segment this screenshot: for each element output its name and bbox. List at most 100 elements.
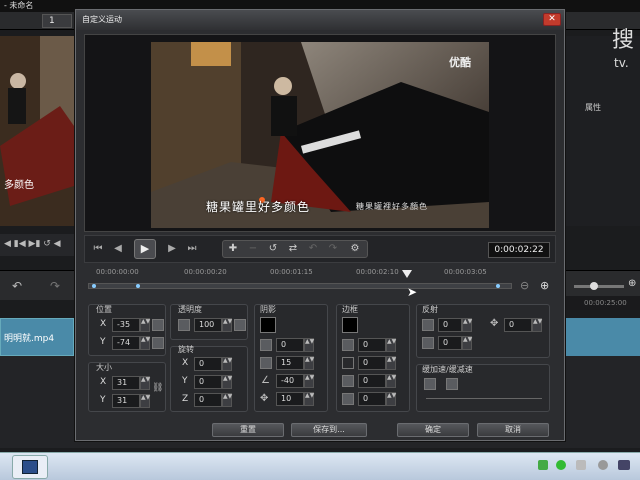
shadow-opacity-input[interactable]: 0 (276, 338, 304, 352)
reset-button[interactable]: 重置 (212, 423, 284, 437)
border-width-input[interactable]: 0 (358, 356, 386, 370)
library-panel (566, 36, 640, 226)
reverse-icon[interactable]: ↺ (266, 240, 280, 258)
reflection-offset-spinner[interactable]: ▲▼ (532, 318, 542, 332)
position-x-input[interactable]: -35 (112, 318, 140, 332)
shadow-distance-spinner[interactable]: ▲▼ (304, 356, 314, 370)
opacity-spinner[interactable]: ▲▼ (222, 318, 232, 332)
step-back-icon[interactable]: ◀ (110, 241, 126, 257)
opacity-label: 透明度 (178, 305, 202, 314)
shadow-opacity-spinner[interactable]: ▲▼ (304, 338, 314, 352)
shadow-color-swatch[interactable] (260, 317, 276, 333)
skip-start-icon[interactable]: ⏮ (90, 241, 106, 257)
step-forward-icon[interactable]: ▶ (164, 241, 180, 257)
swap-keyframe-icon[interactable]: ⇄ (286, 240, 300, 258)
shadow-blur-input[interactable]: 10 (276, 392, 304, 406)
easing-label: 缓加速/缓减速 (422, 365, 473, 374)
size-y-spinner[interactable]: ▲▼ (140, 394, 150, 408)
position-x-spinner[interactable]: ▲▼ (140, 318, 150, 332)
border-softness-spinner[interactable]: ▲▼ (386, 374, 396, 388)
close-button[interactable]: ✕ (543, 13, 561, 26)
keyframe-marker[interactable] (92, 284, 96, 288)
keyframe-marker[interactable] (136, 284, 140, 288)
taskbar-app-button[interactable] (12, 455, 48, 479)
rotation-y-input[interactable]: 0 (194, 375, 222, 389)
link-icon[interactable]: ⛓ (152, 383, 163, 393)
rotation-x-spinner[interactable]: ▲▼ (222, 357, 232, 371)
border-corner-input[interactable]: 0 (358, 392, 386, 406)
cancel-button[interactable]: 取消 (477, 423, 549, 437)
track-clip-label: 明明就.mp4 (4, 334, 55, 344)
size-x-input[interactable]: 31 (112, 376, 140, 390)
rotation-z-input[interactable]: 0 (194, 393, 222, 407)
border-label: 边框 (342, 305, 358, 314)
size-y-input[interactable]: 31 (112, 394, 140, 408)
reflection-opacity-spinner[interactable]: ▲▼ (462, 318, 472, 332)
shadow-angle-spinner[interactable]: ▲▼ (304, 374, 314, 388)
prev-keyframe-icon[interactable]: ↶ (306, 240, 320, 258)
timecode-field[interactable]: 0:00:02:22 (488, 242, 550, 258)
skip-end-icon[interactable]: ⏭ (184, 241, 200, 257)
size-x-label: X (100, 377, 107, 387)
main-preview-thumbnail: 多颜色 (0, 36, 74, 226)
reflection-offset-input[interactable]: 0 (504, 318, 532, 332)
shadow-angle-input[interactable]: -40 (276, 374, 304, 388)
reflection-opacity-input[interactable]: 0 (438, 318, 462, 332)
border-softness-input[interactable]: 0 (358, 374, 386, 388)
redo-icon[interactable]: ↷ (50, 279, 60, 293)
properties-tab[interactable]: 属性 (585, 102, 601, 113)
add-keyframe-icon[interactable]: ✚ (226, 240, 240, 258)
position-y-spinner[interactable]: ▲▼ (140, 336, 150, 350)
main-player-icons[interactable]: ◀ ▮◀ ▶▮ ↺ ◀ (4, 239, 61, 249)
keyframe-marker[interactable] (496, 284, 500, 288)
shadow-blur-spinner[interactable]: ▲▼ (304, 392, 314, 406)
remove-keyframe-icon[interactable]: − (246, 240, 260, 258)
border-width-spinner[interactable]: ▲▼ (386, 356, 396, 370)
tray-network-icon[interactable] (556, 460, 566, 470)
position-x-label: X (100, 319, 107, 329)
video-track-clip-right[interactable] (566, 318, 640, 356)
tray-display-icon[interactable] (618, 460, 630, 470)
tray-volume-icon[interactable] (598, 460, 608, 470)
border-corner-spinner[interactable]: ▲▼ (386, 392, 396, 406)
keyframe-timeline[interactable] (88, 283, 512, 289)
zoom-plus-icon[interactable]: ⊕ (628, 278, 636, 289)
position-y-keyframe-icon[interactable] (152, 337, 164, 349)
border-opacity-input[interactable]: 0 (358, 338, 386, 352)
reflection-gradient-spinner[interactable]: ▲▼ (462, 336, 472, 350)
ease-in-icon[interactable] (424, 378, 436, 390)
tray-green-icon[interactable] (538, 460, 548, 470)
dialog-title-bar[interactable] (76, 10, 564, 30)
shadow-distance-input[interactable]: 15 (276, 356, 304, 370)
border-color-swatch[interactable] (342, 317, 358, 333)
reflection-gradient-input[interactable]: 0 (438, 336, 462, 350)
opacity-input[interactable]: 100 (194, 318, 222, 332)
position-x-keyframe-icon[interactable] (152, 319, 164, 331)
zoom-slider-handle[interactable] (590, 282, 598, 290)
position-y-input[interactable]: -74 (112, 336, 140, 350)
settings-icon[interactable]: ⚙ (348, 240, 362, 258)
border-opacity-spinner[interactable]: ▲▼ (386, 338, 396, 352)
timeline-ruler-right: 00:00:25:00 (566, 296, 640, 310)
zoom-out-icon[interactable]: ⊖ (520, 279, 529, 292)
zoom-in-icon[interactable]: ⊕ (540, 279, 549, 292)
opacity-keyframe-icon[interactable] (234, 319, 246, 331)
rotation-y-label: Y (182, 376, 188, 386)
shadow-distance-icon (260, 357, 272, 369)
ease-out-icon[interactable] (446, 378, 458, 390)
tray-flag-icon[interactable] (576, 460, 586, 470)
rotation-z-label: Z (182, 394, 189, 404)
ok-button[interactable]: 确定 (397, 423, 469, 437)
next-keyframe-icon[interactable]: ↷ (326, 240, 340, 258)
zoom-slider[interactable] (574, 285, 624, 288)
size-x-spinner[interactable]: ▲▼ (140, 376, 150, 390)
video-subtitle: 糖果罐里好多颜色 (206, 200, 311, 214)
step-tab[interactable]: 1 (42, 14, 72, 28)
rotation-y-spinner[interactable]: ▲▼ (222, 375, 232, 389)
rotation-z-spinner[interactable]: ▲▼ (222, 393, 232, 407)
shadow-angle-icon: ∠ (261, 375, 270, 386)
save-as-button[interactable]: 保存到... (291, 423, 367, 437)
undo-icon[interactable]: ↶ (12, 279, 22, 293)
rotation-x-input[interactable]: 0 (194, 357, 222, 371)
play-button[interactable]: ▶ (134, 239, 156, 259)
